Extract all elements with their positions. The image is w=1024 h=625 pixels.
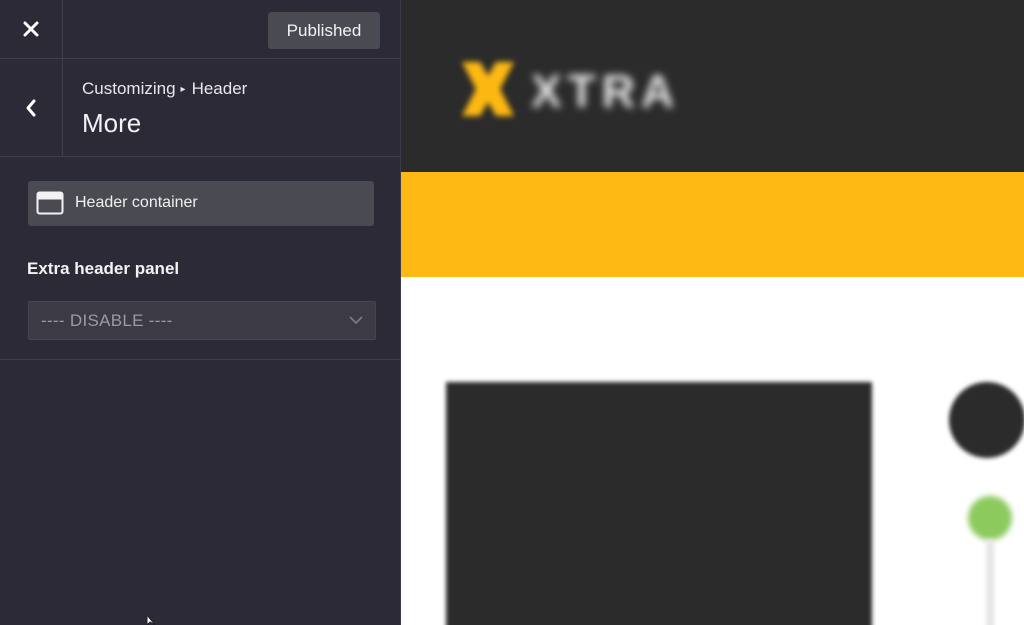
- preview-timeline-line: [986, 540, 994, 625]
- back-button[interactable]: [0, 59, 63, 156]
- breadcrumb: Customizing ▸ Header: [82, 79, 247, 99]
- breadcrumb-separator: ▸: [180, 84, 186, 95]
- section-header: Customizing ▸ Header More: [0, 59, 401, 157]
- site-logo-icon: [462, 62, 514, 116]
- site-preview[interactable]: XTRA: [401, 0, 1024, 625]
- extra-header-panel-label: Extra header panel: [27, 259, 180, 278]
- preview-circle-badge: [949, 382, 1024, 458]
- extra-header-panel-select[interactable]: ---- DISABLE ----: [28, 301, 376, 340]
- chevron-left-icon: [26, 99, 36, 116]
- customizer-topbar: Published: [0, 0, 401, 59]
- mouse-cursor-icon: [146, 615, 156, 625]
- breadcrumb-parent: Header: [191, 79, 248, 98]
- close-icon: [23, 21, 39, 37]
- site-logo-text: XTRA: [531, 65, 681, 117]
- header-container-button[interactable]: Header container: [28, 181, 374, 226]
- breadcrumb-root: Customizing: [82, 79, 176, 98]
- published-button[interactable]: Published: [268, 12, 380, 49]
- close-button[interactable]: [0, 0, 63, 58]
- layout-header-icon: [36, 191, 64, 215]
- section-title: More: [82, 108, 142, 138]
- divider: [0, 359, 401, 360]
- chevron-down-icon: [349, 316, 363, 325]
- select-value: ---- DISABLE ----: [41, 311, 173, 330]
- preview-yellow-band: [401, 172, 1024, 277]
- preview-green-dot: [968, 496, 1012, 540]
- preview-dark-card: [446, 382, 872, 625]
- header-container-label: Header container: [75, 194, 198, 211]
- customizer-sidebar: Published Customizing ▸ Header More Header…: [0, 0, 401, 625]
